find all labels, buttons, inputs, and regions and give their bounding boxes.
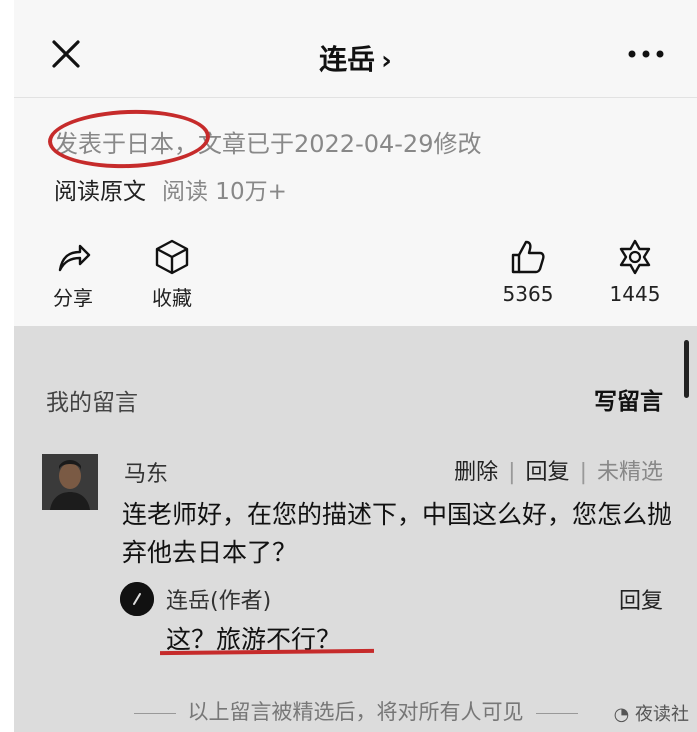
not-selected-status[interactable]: 未精选 (597, 460, 663, 485)
portrait-icon (42, 454, 98, 510)
comments-section: 我的留言 写留言 马东 删除 | 回复 | 未精选 连老师好，在您的描述下，中国这么好，… (14, 326, 697, 732)
watermark: ◔ 夜读社 (614, 700, 689, 726)
author-avatar[interactable] (120, 582, 154, 616)
read-original-link[interactable]: 阅读原文 (54, 179, 146, 205)
my-comments-title: 我的留言 (46, 390, 138, 416)
collect-label: 收藏 (152, 286, 192, 310)
scrollbar[interactable] (684, 340, 689, 398)
reply-author[interactable]: 连岳(作者) (166, 583, 271, 615)
read-row: 阅读原文 阅读 10万+ (54, 172, 287, 206)
like-count: 5365 (502, 282, 554, 306)
chevron-right-icon: › (381, 46, 392, 76)
action-bar: 分享 收藏 5365 1445 (14, 238, 697, 318)
wow-button[interactable]: 1445 (590, 238, 680, 306)
account-name: 连岳 (319, 43, 376, 76)
wow-star-icon (619, 239, 651, 275)
article-page: 连岳 › 发表于日本，文章已于2022-04-29修改 阅读原文 阅读 10万+ 分… (14, 0, 697, 732)
comment-operations: 删除 | 回复 | 未精选 (454, 454, 663, 486)
thumbs-up-icon (511, 240, 545, 274)
share-icon (58, 244, 91, 272)
divider: | (579, 460, 587, 485)
collect-button[interactable]: 收藏 (127, 238, 217, 311)
cube-icon (155, 239, 189, 275)
read-count: 阅读 10万+ (162, 179, 287, 205)
share-label: 分享 (53, 286, 93, 310)
avatar[interactable] (42, 454, 98, 510)
share-button[interactable]: 分享 (28, 238, 118, 311)
wechat-icon: ◔ (613, 704, 635, 725)
wow-count: 1445 (609, 282, 661, 306)
comment-text: 连老师好，在您的描述下，中国这么好，您怎么抛弃他去日本了？ (122, 500, 673, 567)
delete-button[interactable]: 删除 (454, 460, 498, 485)
divider: | (508, 460, 516, 485)
more-icon[interactable] (626, 44, 666, 64)
write-comment-button[interactable]: 写留言 (594, 382, 663, 416)
comment-author[interactable]: 马东 (124, 456, 168, 488)
like-button[interactable]: 5365 (483, 238, 573, 306)
selection-notice-text: 以上留言被精选后，将对所有人可见 (187, 700, 524, 724)
divider (133, 712, 176, 714)
author-logo-icon (120, 582, 154, 616)
red-annotation-circle (47, 107, 211, 171)
watermark-text: 夜读社 (635, 704, 689, 725)
author-reply-button[interactable]: 回复 (619, 583, 663, 615)
account-title[interactable]: 连岳 › (14, 38, 697, 78)
divider (535, 712, 578, 714)
reply-button[interactable]: 回复 (526, 460, 570, 485)
top-bar: 连岳 › (14, 0, 697, 98)
selection-notice: 以上留言被精选后，将对所有人可见 (14, 696, 697, 726)
